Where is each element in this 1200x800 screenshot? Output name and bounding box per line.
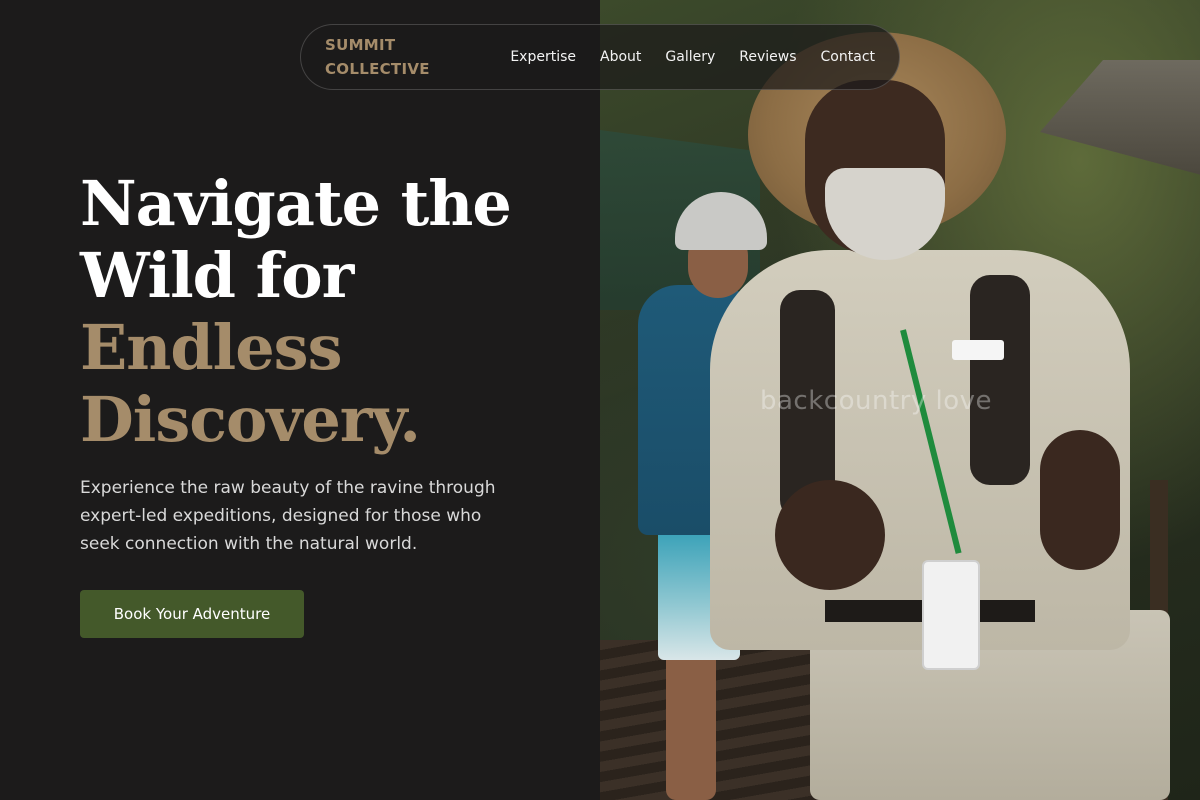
id-badge — [922, 560, 980, 670]
hero-title-accent-line-1: Endless — [80, 311, 343, 384]
photo-watermark: backcountry love — [760, 386, 992, 416]
brand-logo[interactable]: SUMMIT COLLECTIVE — [325, 33, 485, 81]
boy-leg — [666, 650, 716, 800]
nav-link-reviews[interactable]: Reviews — [739, 49, 796, 65]
hero-photo: backcountry love — [600, 0, 1200, 800]
top-navbar: SUMMIT COLLECTIVE Expertise About Galler… — [300, 24, 900, 90]
backpack-strap-right — [970, 275, 1030, 485]
hero-title: Navigate the Wild for Endless Discovery. — [80, 168, 580, 456]
nav-link-expertise[interactable]: Expertise — [510, 49, 576, 65]
nav-link-about[interactable]: About — [600, 49, 641, 65]
brand-line-1: SUMMIT — [325, 36, 396, 54]
hero-left-panel: Navigate the Wild for Endless Discovery.… — [0, 0, 600, 800]
hero-description: Experience the raw beauty of the ravine … — [80, 478, 496, 554]
guide-hand-right — [1040, 430, 1120, 570]
nav-link-contact[interactable]: Contact — [821, 49, 875, 65]
nav-links: Expertise About Gallery Reviews Contact — [510, 49, 875, 65]
shelter-roof-right — [1040, 60, 1200, 180]
book-adventure-button[interactable]: Book Your Adventure — [80, 590, 304, 638]
nav-link-gallery[interactable]: Gallery — [665, 49, 715, 65]
name-tag — [952, 340, 1004, 360]
guide-hand-left — [775, 480, 885, 590]
brand-line-2: COLLECTIVE — [325, 60, 430, 78]
hero-title-line-1: Navigate the — [80, 167, 512, 240]
hero-title-line-2: Wild for — [80, 239, 354, 312]
hero-title-accent-line-2: Discovery. — [80, 383, 421, 456]
